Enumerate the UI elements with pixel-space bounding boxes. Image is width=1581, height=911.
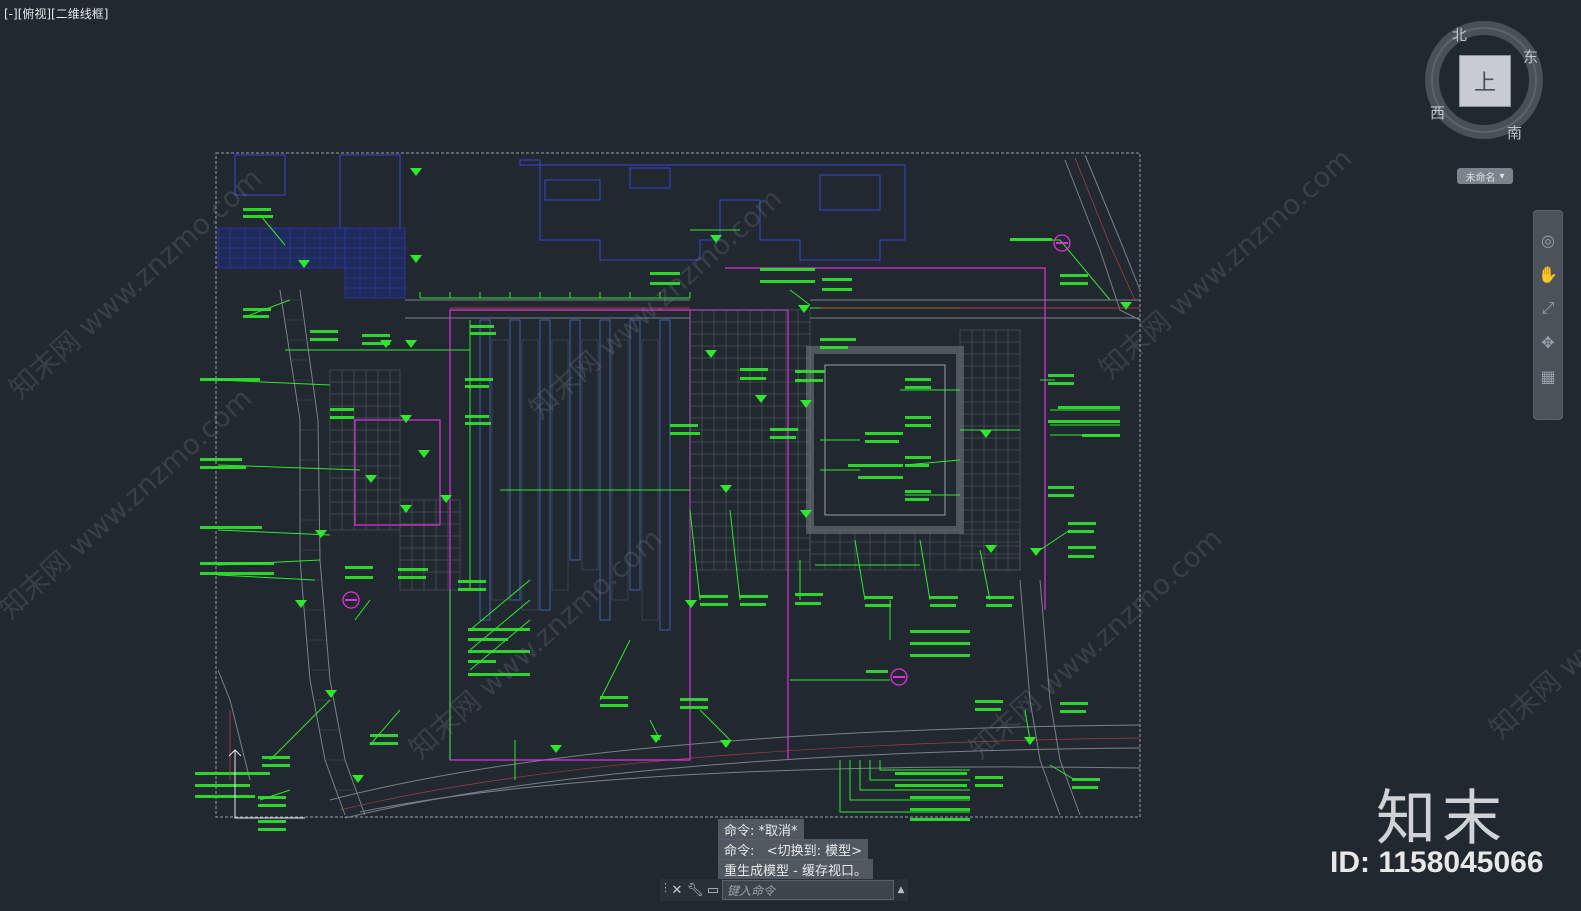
- svg-text:知末网 www.znzmo.com: 知末网 www.znzmo.com: [523, 181, 789, 425]
- command-history-line: 命令: <切换到: 模型>: [718, 839, 869, 860]
- watermark-id: ID: 1158045066: [1330, 846, 1544, 879]
- road-band: [405, 299, 1140, 319]
- steering-wheel-icon[interactable]: ◎: [1537, 229, 1559, 251]
- navigation-bar: ◎ ✋ ⤢ ✥ ▦: [1533, 210, 1563, 420]
- blue-tile-area: [217, 227, 406, 299]
- svg-text:知末网 www.znzmo.com: 知末网 www.znzmo.com: [0, 381, 258, 625]
- command-line: ⋮ ✕ 🔧︎ ▭ 键入命令 ▲: [660, 879, 908, 901]
- svg-text:知末网 www.znzmo.com: 知末网 www.znzmo.com: [1093, 141, 1359, 385]
- customize-wrench-icon[interactable]: 🔧︎: [686, 880, 704, 900]
- svg-text:知末网 www.znzmo.com: 知末网 www.znzmo.com: [1483, 501, 1581, 745]
- orbit-icon[interactable]: ✥: [1537, 331, 1559, 353]
- zoom-icon[interactable]: ⤢: [1537, 297, 1559, 319]
- drag-handle-icon[interactable]: ⋮: [660, 881, 671, 899]
- ucs-dropdown[interactable]: 未命名 ▾: [1457, 168, 1513, 184]
- close-icon[interactable]: ✕: [668, 880, 686, 900]
- compass-north[interactable]: 北: [1452, 24, 1467, 45]
- tile-grid-central: [689, 309, 811, 571]
- command-history-line: 命令: *取消*: [718, 819, 804, 840]
- compass-east[interactable]: 东: [1523, 46, 1538, 67]
- compass-south[interactable]: 南: [1507, 122, 1522, 143]
- command-input[interactable]: 键入命令: [722, 880, 894, 900]
- cad-drawing-canvas[interactable]: 知末网 www.znzmo.com 知末网 www.znzmo.com 知末网 …: [0, 0, 1581, 911]
- paving-path-left: [217, 289, 366, 816]
- command-history-line: 重生成模型 - 缓存视口。: [718, 859, 873, 880]
- showmotion-icon[interactable]: ▦: [1537, 365, 1559, 387]
- watermark-logo: 知末: [1376, 784, 1508, 854]
- viewcube-face-top[interactable]: 上: [1459, 55, 1511, 107]
- svg-text:知末网 www.znzmo.com: 知末网 www.znzmo.com: [3, 161, 269, 405]
- chevron-down-icon: ▾: [1499, 170, 1505, 182]
- pan-icon[interactable]: ✋: [1537, 263, 1559, 285]
- compass-west[interactable]: 西: [1430, 102, 1445, 123]
- history-arrow-icon[interactable]: ▲: [894, 885, 908, 895]
- ucs-dropdown-label: 未命名: [1465, 172, 1496, 184]
- recent-commands-icon[interactable]: ▭: [704, 880, 722, 900]
